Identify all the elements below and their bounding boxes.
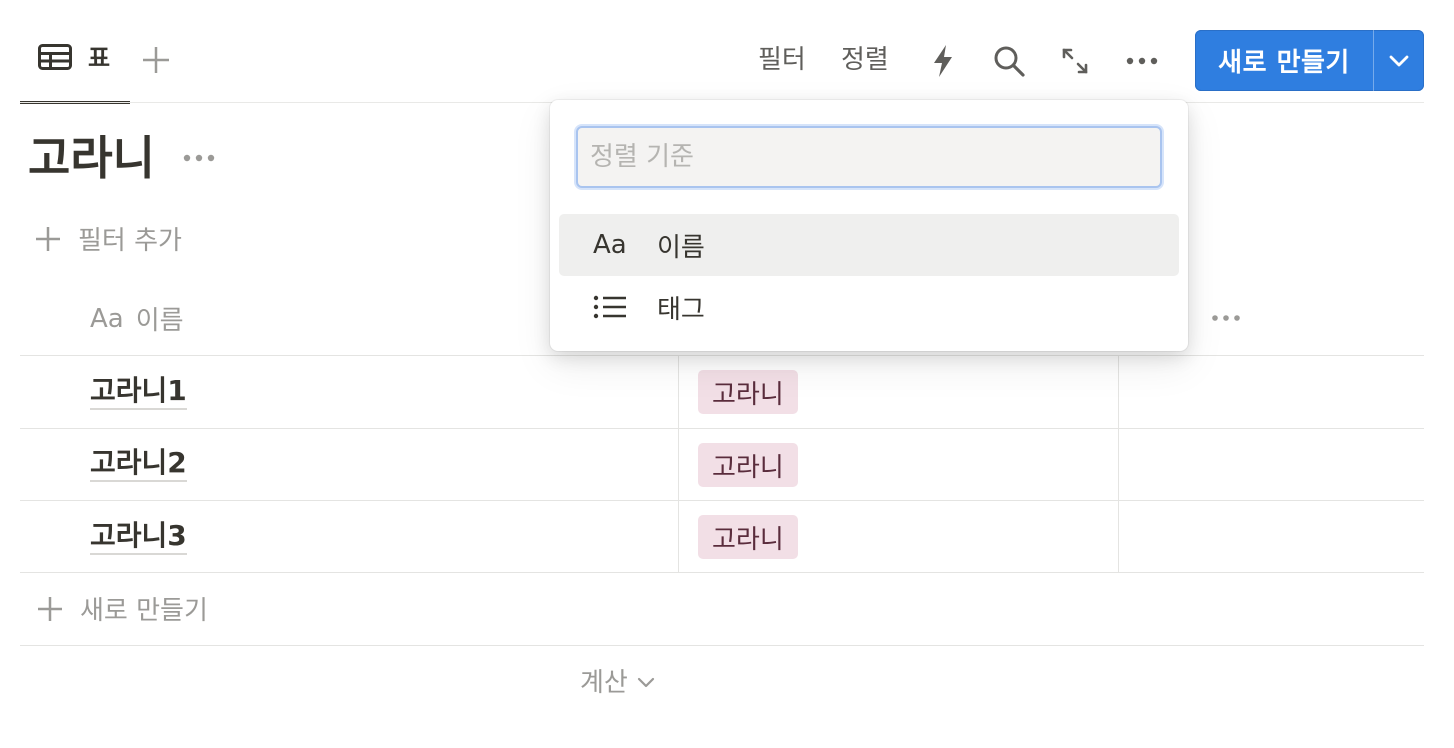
expand-icon[interactable] xyxy=(1060,46,1090,76)
sort-option-tag[interactable]: 태그 xyxy=(559,276,1179,338)
table-divider xyxy=(20,572,1424,573)
new-button[interactable]: 새로 만들기 xyxy=(1195,30,1424,91)
calculate-label: 계산 xyxy=(580,668,628,698)
table-divider xyxy=(20,500,1424,501)
table-row-name[interactable]: 고라니1 xyxy=(90,374,187,410)
chevron-down-icon xyxy=(637,677,654,687)
text-type-icon: Aa xyxy=(593,230,627,260)
new-button-label[interactable]: 새로 만들기 xyxy=(1195,30,1373,91)
column-more-icon[interactable] xyxy=(1210,308,1242,328)
table-icon xyxy=(38,44,72,70)
tag-badge[interactable]: 고라니 xyxy=(698,443,798,487)
plus-icon xyxy=(36,226,60,251)
database-page: 표 필터 정렬 새로 만들기 고라니 필터 추가 Aa 이름 고라니1 고라니 … xyxy=(0,0,1454,748)
column-header-name[interactable]: Aa 이름 xyxy=(90,300,184,337)
filter-button[interactable]: 필터 xyxy=(758,42,806,78)
sort-popup: Aa 이름 태그 xyxy=(550,100,1188,351)
tag-badge[interactable]: 고라니 xyxy=(698,370,798,414)
sort-option-label: 태그 xyxy=(657,294,705,325)
list-icon xyxy=(593,295,626,319)
sort-option-name[interactable]: Aa 이름 xyxy=(559,214,1179,276)
text-type-icon: Aa xyxy=(90,303,124,334)
plus-icon xyxy=(38,596,62,621)
table-row-name[interactable]: 고라니3 xyxy=(90,519,187,555)
add-filter-label: 필터 추가 xyxy=(78,226,182,256)
lightning-icon[interactable] xyxy=(930,44,956,78)
view-tab-table[interactable]: 표 xyxy=(20,34,130,104)
more-icon[interactable] xyxy=(1125,54,1159,68)
calculate-button[interactable]: 계산 xyxy=(580,662,656,699)
column-divider xyxy=(1118,355,1119,573)
new-button-dropdown[interactable] xyxy=(1374,30,1424,91)
table-divider xyxy=(20,645,1424,646)
sort-option-label: 이름 xyxy=(657,232,705,263)
search-icon[interactable] xyxy=(992,44,1026,78)
table-row-name[interactable]: 고라니2 xyxy=(90,446,187,482)
new-row-button[interactable]: 새로 만들기 xyxy=(36,590,208,627)
table-divider xyxy=(20,355,1424,356)
column-divider xyxy=(678,355,679,573)
title-more-icon[interactable] xyxy=(180,148,218,168)
new-row-label: 새로 만들기 xyxy=(80,596,208,626)
page-title[interactable]: 고라니 xyxy=(28,128,155,188)
chevron-down-icon xyxy=(1389,55,1409,66)
column-header-label: 이름 xyxy=(135,306,184,336)
add-view-icon[interactable] xyxy=(140,44,172,76)
sort-search-input[interactable] xyxy=(576,126,1162,188)
table-divider xyxy=(20,428,1424,429)
add-filter-button[interactable]: 필터 추가 xyxy=(34,220,182,257)
tag-badge[interactable]: 고라니 xyxy=(698,515,798,559)
view-tab-label: 표 xyxy=(88,44,111,72)
sort-button[interactable]: 정렬 xyxy=(841,42,889,78)
